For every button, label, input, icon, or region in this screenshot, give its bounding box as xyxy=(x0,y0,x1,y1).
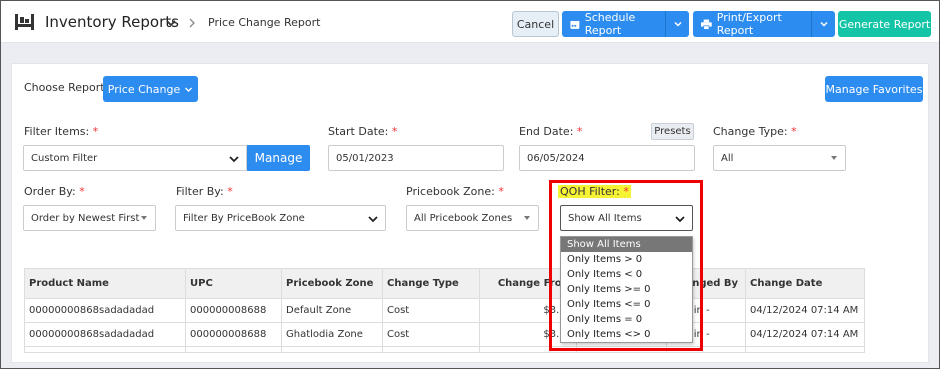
printer-icon xyxy=(701,19,712,30)
highlight-annotation-box xyxy=(549,180,703,351)
table-cell xyxy=(185,346,282,353)
print-dropdown-toggle[interactable] xyxy=(811,11,835,37)
results-table: Product Name UPC Pricebook Zone Change T… xyxy=(24,268,865,353)
report-type-label: Price Change xyxy=(107,82,181,96)
table-cell: 04/12/2024 07:14 AM xyxy=(745,298,865,323)
table-cell: Default Zone xyxy=(281,298,383,323)
change-type-value: All xyxy=(721,152,734,164)
choose-report-label: Choose Report xyxy=(24,81,105,94)
schedule-report-label: Schedule Report xyxy=(584,11,636,37)
report-type-dropdown[interactable]: Price Change xyxy=(103,76,198,102)
caret-down-icon xyxy=(524,216,530,220)
schedule-dropdown-toggle[interactable] xyxy=(665,11,689,37)
table-row[interactable] xyxy=(24,346,865,353)
column-header[interactable]: Change Type xyxy=(382,268,480,299)
table-cell: Cost xyxy=(382,298,480,323)
chevron-right-icon xyxy=(189,18,195,28)
chevron-down-icon[interactable] xyxy=(164,16,178,30)
caret-down-icon xyxy=(831,156,837,160)
filter-items-label: Filter Items: * xyxy=(24,125,99,138)
table-cell: 000000008688 xyxy=(185,322,282,347)
change-type-select[interactable]: All xyxy=(713,145,846,171)
table-cell xyxy=(281,346,383,353)
column-header[interactable]: Product Name xyxy=(24,268,186,299)
print-export-label: Print/Export Report xyxy=(716,11,782,37)
table-cell: 00000000868sadadadad xyxy=(24,322,186,347)
table-cell: Cost xyxy=(382,322,480,347)
end-date-label: End Date: * xyxy=(519,125,583,138)
caret-down-icon xyxy=(141,216,147,220)
column-header[interactable]: Change Date xyxy=(745,268,865,299)
schedule-report-button[interactable]: Schedule Report xyxy=(562,11,689,37)
pricebook-zone-select[interactable]: All Pricebook Zones xyxy=(406,205,539,231)
filter-by-value: Filter By PriceBook Zone xyxy=(183,212,305,224)
generate-report-button[interactable]: Generate Report xyxy=(838,11,931,37)
table-cell xyxy=(24,346,186,353)
order-by-value: Order by Newest First xyxy=(31,212,140,224)
app-title[interactable]: Inventory Reports xyxy=(45,13,179,31)
start-date-label: Start Date: * xyxy=(328,125,398,138)
order-by-select[interactable]: Order by Newest First xyxy=(23,205,156,231)
table-row[interactable]: 00000000868sadadadad 000000008688 Defaul… xyxy=(24,298,865,323)
table-cell: 04/12/2024 07:14 AM xyxy=(745,322,865,347)
table-cell: Ghatlodia Zone xyxy=(281,322,383,347)
pricebook-zone-value: All Pricebook Zones xyxy=(414,212,513,224)
table-cell: 000000008688 xyxy=(185,298,282,323)
calendar-icon xyxy=(570,20,580,29)
cancel-button[interactable]: Cancel xyxy=(512,11,559,37)
table-cell xyxy=(745,346,865,353)
inventory-icon xyxy=(15,14,34,30)
pricebook-zone-label: Pricebook Zone: * xyxy=(406,185,504,198)
chevron-down-icon xyxy=(229,156,239,163)
order-by-label: Order By: * xyxy=(24,185,85,198)
chevron-down-icon xyxy=(368,216,378,223)
chevron-down-icon xyxy=(185,87,193,92)
top-bar: Inventory Reports Price Change Report Ca… xyxy=(1,1,939,43)
start-date-input[interactable]: 05/01/2023 xyxy=(328,145,504,171)
filter-items-value: Custom Filter xyxy=(31,152,98,164)
chevron-down-icon xyxy=(673,21,682,27)
chevron-down-icon xyxy=(819,21,828,27)
presets-button[interactable]: Presets xyxy=(651,123,694,140)
column-header[interactable]: UPC xyxy=(185,268,282,299)
print-export-button[interactable]: Print/Export Report xyxy=(693,11,835,37)
column-header[interactable]: Pricebook Zone xyxy=(281,268,383,299)
manage-favorites-button[interactable]: Manage Favorites xyxy=(825,76,923,102)
end-date-input[interactable]: 06/05/2024 xyxy=(519,145,695,171)
table-cell: 00000000868sadadadad xyxy=(24,298,186,323)
filter-by-label: Filter By: * xyxy=(176,185,233,198)
breadcrumb: Price Change Report xyxy=(208,16,321,29)
table-cell xyxy=(382,346,480,353)
change-type-label: Change Type: * xyxy=(713,125,797,138)
filter-items-select[interactable]: Custom Filter xyxy=(23,145,247,171)
table-row[interactable]: 00000000868sadadadad 000000008688 Ghatlo… xyxy=(24,322,865,347)
manage-filter-button[interactable]: Manage xyxy=(247,145,310,171)
table-header-row: Product Name UPC Pricebook Zone Change T… xyxy=(24,268,865,299)
filter-by-select[interactable]: Filter By PriceBook Zone xyxy=(175,205,386,231)
